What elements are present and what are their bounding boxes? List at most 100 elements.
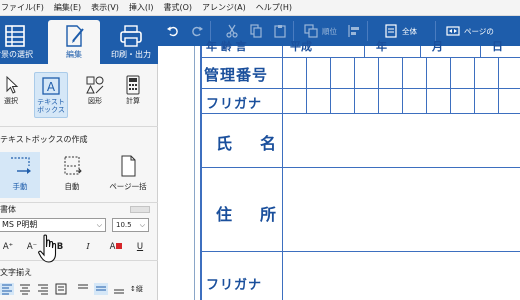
form-rule — [306, 57, 307, 113]
tool-textbox[interactable]: A テキスト ボックス — [34, 72, 68, 118]
paste-button[interactable] — [273, 20, 287, 42]
tool-label: テキスト ボックス — [37, 98, 65, 114]
tab-background-select[interactable]: 背景の選択 — [0, 20, 38, 64]
tool-select[interactable]: 選択 — [0, 72, 28, 118]
menu-view[interactable]: 表示(V) — [86, 2, 124, 13]
menu-bar: ファイル(F) 編集(E) 表示(V) 挿入(I) 書式(O) アレンジ(A) … — [0, 0, 520, 16]
menu-edit[interactable]: 編集(E) — [49, 2, 86, 13]
textbox-icon: A — [42, 77, 60, 95]
align-section-title: 文字揃え — [0, 268, 32, 277]
undo-icon — [167, 26, 178, 37]
layout-icon — [5, 25, 25, 47]
align-button[interactable] — [347, 20, 361, 42]
tool-shape[interactable]: 図形 — [78, 72, 112, 118]
form-rule — [200, 113, 520, 114]
cutoff-label: 平成 — [290, 40, 312, 53]
cutoff-label: 月 — [432, 40, 443, 53]
form-rule — [200, 88, 520, 89]
cutoff-label: 日 — [492, 40, 503, 53]
order-label: 順位 — [322, 26, 337, 36]
arrow-cursor-icon — [6, 75, 19, 94]
row-label-name: 氏 名 — [216, 134, 283, 153]
page-width-button[interactable]: ページの — [446, 20, 494, 42]
document-canvas[interactable]: 年 齢 言 平成 年 月 日 管理番号 フリガナ 氏 名 住 所 フリガナ — [158, 40, 520, 300]
form-rule — [450, 57, 451, 113]
font-size-value: 10.5 — [116, 221, 132, 229]
create-page-button[interactable]: ページ一括 — [102, 152, 154, 198]
font-family-select[interactable]: MS P明朝 ⌵ — [0, 218, 106, 232]
fit-all-label: 全体 — [402, 26, 417, 36]
tool-calculate[interactable]: 計算 — [116, 72, 150, 118]
color-swatch — [116, 243, 123, 249]
menu-file[interactable]: ファイル(F) — [0, 2, 49, 13]
font-color-button[interactable]: A — [106, 240, 126, 254]
page-width-icon — [446, 26, 460, 36]
chevron-down-icon: ⌵ — [139, 221, 145, 229]
font-section-title: 書体 — [0, 205, 16, 214]
align-right-icon[interactable] — [36, 283, 50, 295]
fit-page-icon — [385, 24, 397, 38]
redo-icon — [192, 26, 203, 37]
menu-insert[interactable]: 挿入(I) — [124, 2, 159, 13]
create-label: 自動 — [64, 182, 80, 191]
font-size-select[interactable]: 10.5 ⌵ — [112, 218, 149, 232]
cut-icon — [226, 24, 238, 38]
tab-print-output[interactable]: 印刷・出力 — [104, 20, 158, 64]
form-rule — [480, 46, 481, 57]
form-rule — [364, 46, 365, 57]
edit-pen-icon — [66, 25, 84, 47]
order-icon — [304, 24, 318, 38]
page-icon — [121, 155, 136, 177]
font-color-label: A — [109, 242, 116, 252]
fit-all-button[interactable]: 全体 — [384, 20, 417, 42]
create-auto-button[interactable]: 自動 — [52, 152, 92, 198]
form-rule — [282, 46, 283, 300]
font-panel-scrollbar[interactable] — [130, 206, 150, 213]
shapes-icon — [86, 76, 104, 94]
copy-button[interactable] — [249, 20, 263, 42]
form-rule — [354, 57, 355, 113]
undo-button[interactable] — [166, 20, 180, 42]
form-rule — [200, 251, 520, 252]
align-center-icon[interactable] — [18, 283, 32, 295]
tab-edit[interactable]: 編集 — [48, 20, 100, 64]
textbox-section-title: テキストボックスの作成 — [0, 135, 88, 144]
ribbon-tabs: 背景の選択 編集 印刷・出力 — [0, 16, 158, 64]
menu-format[interactable]: 書式(O) — [158, 2, 197, 13]
create-manual-button[interactable]: 手動 — [0, 152, 40, 198]
align-justify-icon[interactable] — [54, 283, 68, 295]
redo-button[interactable] — [190, 20, 204, 42]
menu-help[interactable]: ヘルプ(H) — [251, 2, 297, 13]
valign-middle-icon[interactable] — [94, 283, 108, 295]
page-width-label: ページの — [464, 26, 494, 36]
row-label-management-number: 管理番号 — [204, 66, 269, 84]
row-label-furigana: フリガナ — [206, 97, 263, 112]
form-rule — [378, 57, 379, 113]
copy-icon — [250, 24, 262, 38]
valign-top-icon[interactable] — [76, 283, 90, 295]
form-rule — [200, 46, 202, 300]
divider — [0, 202, 158, 203]
form-rule — [474, 57, 475, 113]
tab-label: 印刷・出力 — [111, 50, 151, 59]
align-left-icon[interactable] — [0, 283, 14, 295]
tab-label: 編集 — [66, 50, 82, 59]
menu-arrange[interactable]: アレンジ(A) — [197, 2, 251, 13]
create-label: 手動 — [12, 182, 28, 191]
form-rule — [330, 57, 331, 113]
form-rule — [200, 167, 520, 168]
svg-text:A: A — [47, 80, 56, 94]
left-panel: 選択 A テキスト ボックス 図形 計算 テキストボックスの作成 手動 自動 ペー… — [0, 64, 158, 300]
underline-button[interactable]: U — [132, 240, 148, 254]
chevron-down-icon: ⌵ — [96, 221, 102, 229]
tool-label: 計算 — [126, 97, 140, 105]
row-label-furigana-2: フリガナ — [206, 278, 263, 293]
divider — [0, 126, 158, 127]
toolbar-divider — [367, 21, 368, 41]
increase-font-button[interactable]: A⁺ — [0, 240, 16, 254]
vertical-text-button[interactable]: ↕縦 — [130, 283, 143, 295]
valign-bottom-icon[interactable] — [112, 283, 126, 295]
italic-button[interactable]: I — [80, 240, 96, 254]
form-rule — [200, 57, 520, 58]
tool-label: 図形 — [88, 97, 102, 105]
